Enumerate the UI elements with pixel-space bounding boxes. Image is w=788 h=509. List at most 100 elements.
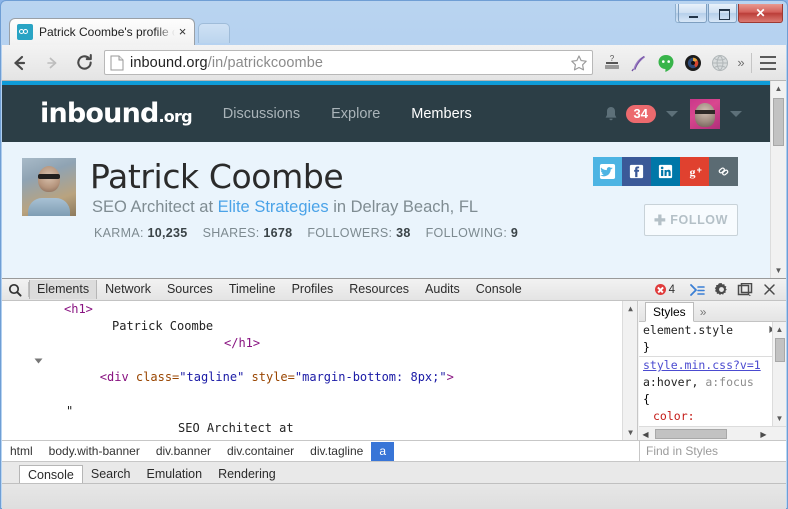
devtools-tab-sources[interactable]: Sources xyxy=(159,280,221,299)
chrome-menu-icon[interactable] xyxy=(754,49,782,77)
follow-button[interactable]: ✚ FOLLOW xyxy=(644,204,738,236)
stat-followers: FOLLOWERS: 38 xyxy=(307,226,410,240)
dom-line[interactable]: SEO Architect at xyxy=(2,420,637,437)
sidebar-tabs-overflow-button[interactable]: » xyxy=(700,305,707,321)
style-property-color[interactable]: color: xyxy=(639,408,786,425)
notifications-chevron-down-icon[interactable] xyxy=(666,110,678,117)
breadcrumb-item-html[interactable]: html xyxy=(2,442,41,461)
devtools-tab-console[interactable]: Console xyxy=(468,280,530,299)
hangouts-extension-icon[interactable] xyxy=(652,49,679,77)
scroll-down-arrow-icon[interactable]: ▼ xyxy=(773,411,786,426)
close-window-button[interactable]: ✕ xyxy=(738,4,783,23)
scrollbar-thumb[interactable] xyxy=(775,338,785,362)
devtools-tab-timeline[interactable]: Timeline xyxy=(221,280,284,299)
page-vertical-scrollbar[interactable]: ▲ ▼ xyxy=(770,81,786,278)
profile-banner: Patrick Coombe SEO Architect at Elite St… xyxy=(2,142,770,278)
breadcrumb-item-body[interactable]: body.with-banner xyxy=(41,442,148,461)
scroll-down-arrow-icon[interactable]: ▼ xyxy=(623,425,637,440)
error-count-indicator[interactable]: 4 xyxy=(654,284,675,296)
scroll-up-arrow-icon[interactable]: ▲ xyxy=(771,81,786,96)
dom-line[interactable]: " xyxy=(2,403,637,420)
style-source-file: style.min.css?v=1 xyxy=(643,358,761,372)
find-in-styles-input[interactable]: Find in Styles xyxy=(639,440,786,462)
googleplus-share-icon[interactable]: g + xyxy=(680,157,709,186)
dock-position-icon[interactable] xyxy=(733,280,757,300)
toolbar-divider xyxy=(751,52,752,73)
nav-link-explore[interactable]: Explore xyxy=(331,106,380,122)
linkedin-share-icon[interactable] xyxy=(651,157,680,186)
close-icon[interactable]: × xyxy=(175,24,190,40)
drawer-tab-rendering[interactable]: Rendering xyxy=(210,465,284,484)
tagline-company-link[interactable]: Elite Strategies xyxy=(218,198,329,216)
dom-line-div-tagline[interactable]: <div class="tagline" style="margin-botto… xyxy=(2,352,637,403)
avatar-glasses xyxy=(695,109,715,114)
bookmark-star-icon[interactable] xyxy=(570,54,588,72)
drawer-tab-search[interactable]: Search xyxy=(83,465,139,484)
dom-tree-panel[interactable]: <h1> Patrick Coombe </h1> <div class="ta… xyxy=(2,301,638,440)
scroll-up-arrow-icon[interactable]: ▲ xyxy=(773,322,786,337)
scrollbar-thumb[interactable] xyxy=(773,98,784,146)
inbound-logo[interactable]: inbound.org xyxy=(40,98,193,129)
stamp-extension-icon[interactable]: ? xyxy=(598,49,625,77)
sidebar-tab-styles[interactable]: Styles xyxy=(645,302,694,322)
nav-link-discussions[interactable]: Discussions xyxy=(223,106,300,122)
style-source-link[interactable]: style.min.css?v=1 xyxy=(639,357,786,374)
styles-horizontal-scrollbar[interactable]: ◀ ▶ xyxy=(639,426,786,440)
scroll-up-arrow-icon[interactable]: ▲ xyxy=(623,301,637,316)
dom-line[interactable]: Patrick Coombe xyxy=(2,318,637,335)
style-rule-selector[interactable]: a:hover, a:focus xyxy=(639,374,786,391)
scroll-down-arrow-icon[interactable]: ▼ xyxy=(771,263,786,278)
expand-triangle-icon[interactable] xyxy=(34,358,43,364)
facebook-share-icon[interactable] xyxy=(622,157,651,186)
console-prompt-icon[interactable] xyxy=(685,280,709,300)
element-style-close-brace: } xyxy=(639,339,786,357)
url-domain: inbound.org xyxy=(130,54,208,71)
user-avatar[interactable] xyxy=(690,98,720,129)
dom-line[interactable]: </h1> xyxy=(2,335,637,352)
address-bar[interactable]: inbound.org/in/patrickcoombe xyxy=(104,50,593,75)
maximize-button[interactable] xyxy=(708,4,737,23)
browser-tab-active[interactable]: Patrick Coombe's profile o × xyxy=(9,18,195,45)
profile-photo[interactable] xyxy=(22,158,76,216)
back-button[interactable] xyxy=(6,49,34,77)
scrollbar-thumb[interactable] xyxy=(655,429,727,439)
forward-button[interactable] xyxy=(38,49,66,77)
notification-count-badge[interactable]: 34 xyxy=(625,104,656,123)
devtools-tab-profiles[interactable]: Profiles xyxy=(284,280,342,299)
breadcrumb-item-tagline[interactable]: div.tagline xyxy=(302,442,371,461)
style-rule-open-brace: { xyxy=(643,392,650,406)
search-icon[interactable] xyxy=(2,283,28,297)
user-menu-chevron-down-icon[interactable] xyxy=(730,110,742,117)
close-devtools-icon[interactable] xyxy=(757,280,781,300)
stat-followers-value: 38 xyxy=(396,226,411,240)
style-rule-element-style[interactable]: element.style xyxy=(639,322,786,339)
devtools-tab-audits[interactable]: Audits xyxy=(417,280,468,299)
breadcrumb-item-banner[interactable]: div.banner xyxy=(148,442,219,461)
devtools-tab-network[interactable]: Network xyxy=(97,280,159,299)
page-viewport: inbound.org Discussions Explore Members … xyxy=(2,81,786,278)
dom-h1-close: </h1> xyxy=(224,336,261,350)
minimize-button[interactable] xyxy=(678,4,707,23)
new-tab-button[interactable] xyxy=(198,23,230,43)
permalink-share-icon[interactable] xyxy=(709,157,738,186)
globe-extension-icon[interactable] xyxy=(706,49,733,77)
scroll-left-arrow-icon[interactable]: ◀ xyxy=(640,429,651,439)
bell-icon[interactable] xyxy=(603,105,619,123)
styles-vertical-scrollbar[interactable]: ▲ ▼ xyxy=(772,322,786,426)
drawer-tab-console[interactable]: Console xyxy=(19,465,83,485)
nav-link-members[interactable]: Members xyxy=(411,106,471,122)
reload-button[interactable] xyxy=(70,49,98,77)
devtools-tab-resources[interactable]: Resources xyxy=(341,280,417,299)
feather-extension-icon[interactable] xyxy=(625,49,652,77)
breadcrumb-item-a[interactable]: a xyxy=(371,441,394,461)
breadcrumb-item-container[interactable]: div.container xyxy=(219,442,302,461)
devtools-tab-elements[interactable]: Elements xyxy=(29,280,98,299)
dom-tree-scrollbar[interactable]: ▲ ▼ xyxy=(622,301,637,440)
drawer-tab-emulation[interactable]: Emulation xyxy=(138,465,210,484)
toolbar-overflow-button[interactable]: » xyxy=(733,55,749,70)
settings-gear-icon[interactable] xyxy=(709,280,733,300)
camera-extension-icon[interactable] xyxy=(679,49,706,77)
dom-line[interactable]: <h1> xyxy=(2,301,637,318)
scroll-right-arrow-icon[interactable]: ▶ xyxy=(758,429,769,439)
twitter-share-icon[interactable] xyxy=(593,157,622,186)
